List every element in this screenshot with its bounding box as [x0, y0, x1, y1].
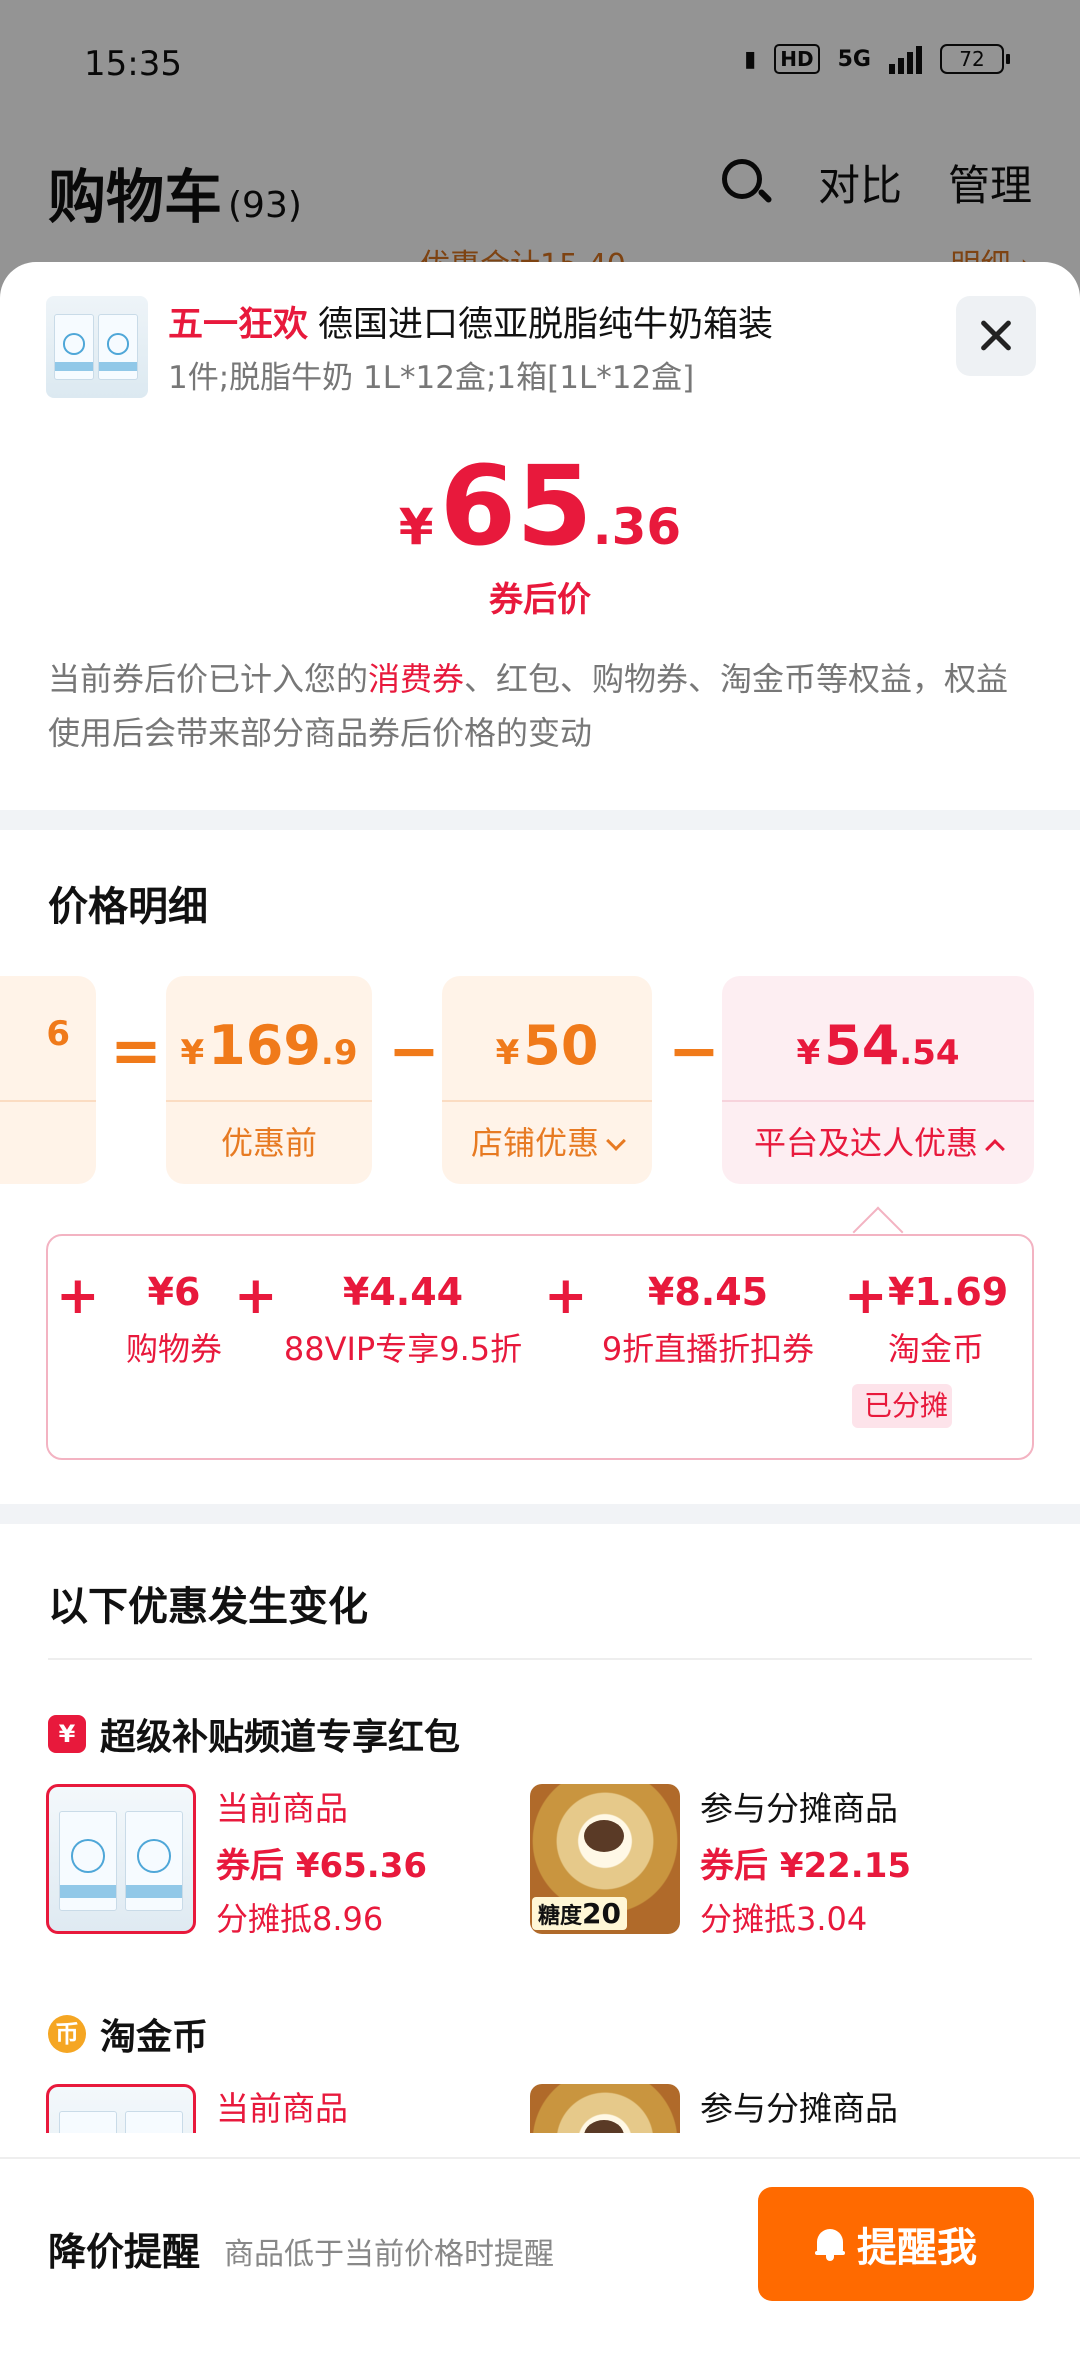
notice-text-1: 当前券后价已计入您的 [48, 660, 369, 698]
price-detail-title: 价格明细 [48, 884, 208, 930]
chevron-down-icon [606, 1131, 626, 1151]
product-thumbnail [46, 296, 148, 398]
price-detail-sheet: 五一狂欢 德国进口德亚脱脂纯牛奶箱装 1件;脱脂牛奶 1L*12盒;1箱[1L*1… [0, 262, 1080, 2376]
changes-title: 以下优惠发生变化 [48, 1584, 368, 1630]
current-product-image[interactable] [46, 1784, 196, 1934]
current-product-label: 当前商品 [216, 1789, 348, 1828]
price-box-store-discount[interactable]: ¥50 店铺优惠 [442, 976, 652, 1184]
breakdown-item-coupon: ¥6 购物券 [125, 1270, 222, 1368]
platform-discount-label: 平台及达人优惠 [722, 1118, 1034, 1164]
group-title-taojinbi: 币 淘金币 [48, 2008, 208, 2060]
shared-tag: 已分摊 [852, 1384, 952, 1428]
current-product-after-price: 券后 ¥65.36 [216, 1846, 428, 1886]
equals-sign: = [110, 1014, 162, 1087]
plus-sign: + [844, 1266, 888, 1326]
final-price-label: 券后价 [489, 580, 591, 620]
bell-icon [815, 2227, 845, 2261]
group-title-red-packet: ¥ 超级补贴频道专享红包 [48, 1708, 460, 1760]
product-spec: 1件;脱脂牛奶 1L*12盒;1箱[1L*12盒] [168, 360, 695, 396]
notice-highlight[interactable]: 消费券 [368, 660, 464, 698]
chevron-up-icon [985, 1139, 1005, 1159]
divider [48, 1658, 1032, 1660]
breakdown-item-88vip: ¥4.44 88VIP专享9.5折 [283, 1270, 523, 1368]
minus-sign: − [388, 1014, 440, 1087]
final-price-currency: ¥ [398, 498, 434, 556]
shared-product-image[interactable]: 糖度20 [530, 1784, 680, 1934]
red-packet-icon: ¥ [48, 1715, 86, 1753]
store-discount-label: 店铺优惠 [442, 1118, 652, 1164]
scroll-cutoff [0, 2133, 1080, 2157]
final-price: ¥65.36 [0, 442, 1080, 570]
promo-tag: 五一狂欢 [168, 305, 309, 345]
plus-sign: + [56, 1266, 100, 1326]
price-box-partial: 6 [0, 976, 96, 1184]
breakdown-item-live-coupon: ¥8.45 9折直播折扣券 [601, 1270, 815, 1368]
remind-me-button[interactable]: 提醒我 [758, 2187, 1034, 2301]
breakdown-item-taojinbi: ¥1.69 淘金币 [888, 1270, 1009, 1368]
dim-overlay[interactable] [0, 0, 1080, 300]
current-product-label: 当前商品 [216, 2089, 348, 2128]
final-price-decimal: .36 [592, 498, 682, 556]
price-alert-bar: 降价提醒 商品低于当前价格时提醒 提醒我 [0, 2157, 1080, 2376]
price-alert-subtitle: 商品低于当前价格时提醒 [224, 2237, 554, 2272]
shared-product-label: 参与分摊商品 [700, 2089, 898, 2128]
product-title: 五一狂欢 德国进口德亚脱脂纯牛奶箱装 [168, 296, 773, 347]
price-notice: 当前券后价已计入您的消费券、红包、购物券、淘金币等权益，权益使用后会带来部分商品… [48, 652, 1038, 760]
shared-product-label: 参与分摊商品 [700, 1789, 898, 1828]
shared-product-share: 分摊抵3.04 [700, 1900, 868, 1938]
plus-sign: + [544, 1266, 588, 1326]
section-divider [0, 1504, 1080, 1524]
product-name: 德国进口德亚脱脂纯牛奶箱装 [318, 305, 774, 345]
plus-sign: + [234, 1266, 278, 1326]
coin-icon: 币 [48, 2015, 86, 2053]
remind-me-label: 提醒我 [857, 2225, 977, 2271]
current-product-share: 分摊抵8.96 [216, 1900, 384, 1938]
partial-value: 6 [46, 1014, 70, 1054]
sugar-tag: 糖度20 [532, 1897, 627, 1930]
price-alert-title: 降价提醒 [48, 2230, 201, 2274]
price-box-platform-discount[interactable]: ¥54.54 平台及达人优惠 [722, 976, 1034, 1184]
minus-sign: − [668, 1014, 720, 1087]
price-box-original: ¥169.9 优惠前 [166, 976, 372, 1184]
product-row: 五一狂欢 德国进口德亚脱脂纯牛奶箱装 1件;脱脂牛奶 1L*12盒;1箱[1L*1… [46, 296, 1036, 406]
final-price-integer: 65 [439, 442, 593, 570]
shared-product-after-price: 券后 ¥22.15 [700, 1846, 912, 1886]
close-button[interactable] [956, 296, 1036, 376]
original-price-label: 优惠前 [220, 1124, 317, 1162]
section-divider [0, 810, 1080, 830]
